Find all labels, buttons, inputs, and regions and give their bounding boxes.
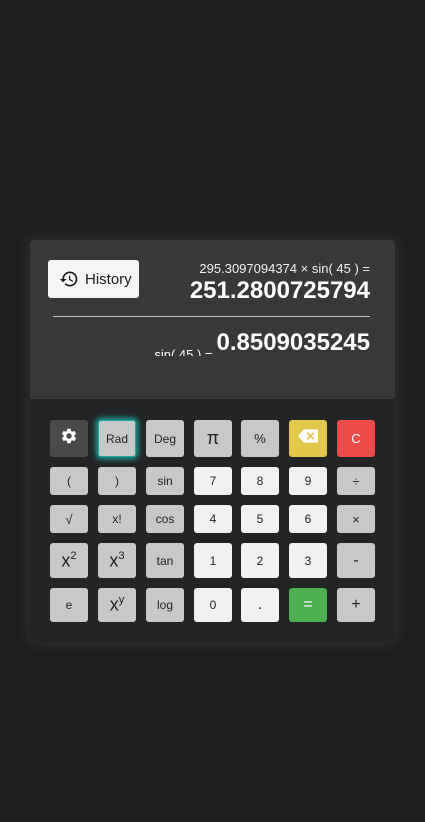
display-divider (53, 316, 370, 317)
rad-button[interactable]: Rad (98, 420, 136, 457)
plus-button[interactable]: + (337, 588, 375, 622)
history-icon (59, 269, 79, 289)
calculator: History 295.3097094374 × sin( 45 ) = 251… (30, 240, 395, 642)
display-panel: History 295.3097094374 × sin( 45 ) = 251… (30, 240, 395, 399)
sqrt-button[interactable]: √ (50, 505, 88, 533)
square-exponent: 2 (70, 549, 77, 562)
cube-exponent: 3 (118, 549, 125, 562)
digit-1-button[interactable]: 1 (194, 543, 232, 578)
digit-8-button[interactable]: 8 (241, 467, 279, 495)
power-exponent: y (118, 594, 125, 607)
preview-expression: sin( 45 ) = (154, 347, 213, 356)
e-button[interactable]: e (50, 588, 88, 622)
cube-button[interactable]: x3 (98, 543, 136, 578)
tan-button[interactable]: tan (146, 543, 184, 578)
digit-3-button[interactable]: 3 (289, 543, 327, 578)
left-paren-button[interactable]: ( (50, 467, 88, 495)
square-button[interactable]: x2 (50, 543, 88, 578)
percent-button[interactable]: % (241, 420, 279, 457)
expression-text: 295.3097094374 × sin( 45 ) = (199, 261, 370, 276)
history-label: History (85, 270, 132, 288)
cos-button[interactable]: cos (146, 505, 184, 533)
clear-button[interactable]: C (337, 420, 375, 457)
decimal-button[interactable]: . (241, 588, 279, 622)
multiply-button[interactable]: × (337, 505, 375, 533)
digit-6-button[interactable]: 6 (289, 505, 327, 533)
preview-value: 0.8509035245 (216, 330, 371, 356)
power-button[interactable]: xy (98, 588, 136, 622)
square-label: x2 (61, 550, 76, 571)
digit-9-button[interactable]: 9 (289, 467, 327, 495)
digit-5-button[interactable]: 5 (241, 505, 279, 533)
backspace-button[interactable] (289, 420, 327, 457)
digit-2-button[interactable]: 2 (241, 543, 279, 578)
settings-button[interactable] (50, 420, 88, 457)
log-button[interactable]: log (146, 588, 184, 622)
digit-7-button[interactable]: 7 (194, 467, 232, 495)
factorial-button[interactable]: x! (98, 505, 136, 533)
history-button[interactable]: History (48, 260, 139, 298)
sin-button[interactable]: sin (146, 467, 184, 495)
right-paren-button[interactable]: ) (98, 467, 136, 495)
power-base: x (109, 594, 119, 615)
digit-0-button[interactable]: 0 (194, 588, 232, 622)
gear-icon (60, 427, 78, 450)
cube-label: x3 (109, 550, 124, 571)
pi-button[interactable]: π (194, 420, 232, 457)
divide-button[interactable]: ÷ (337, 467, 375, 495)
preview-line: sin( 45 ) = 0.8509035245 (154, 330, 370, 356)
minus-button[interactable]: - (337, 543, 375, 578)
result-text: 251.2800725794 (189, 277, 370, 304)
equals-button[interactable]: = (289, 588, 327, 622)
power-label: xy (110, 594, 125, 615)
deg-button[interactable]: Deg (146, 420, 184, 457)
digit-4-button[interactable]: 4 (194, 505, 232, 533)
backspace-icon (298, 429, 318, 448)
